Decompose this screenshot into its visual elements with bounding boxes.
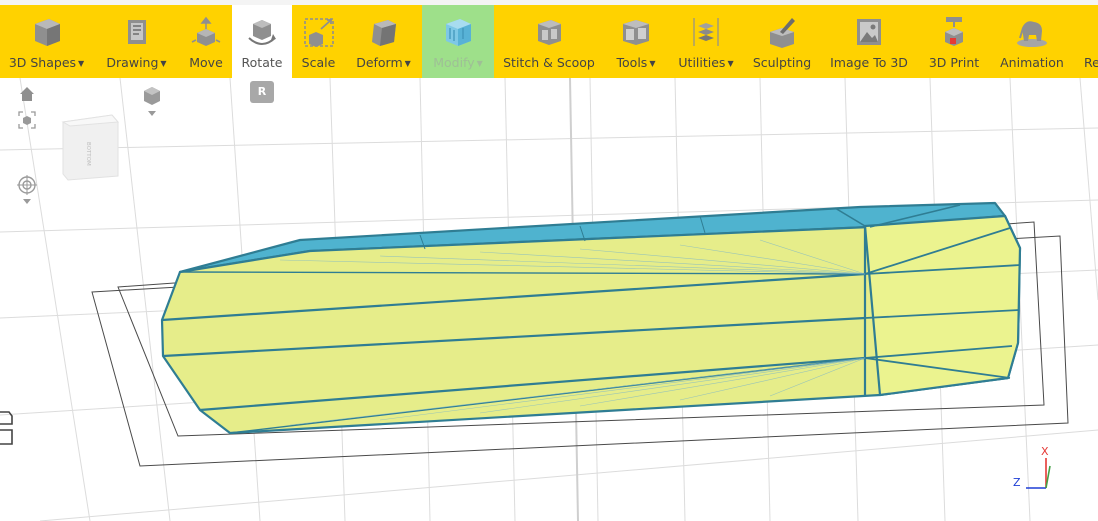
edge-panel-fragment [0, 408, 14, 454]
tool-label: Utilities ▼ [678, 55, 734, 70]
3d-print-icon [945, 17, 963, 46]
tool-label: Scale [301, 55, 336, 70]
tool-overflow[interactable]: Re [1074, 5, 1098, 78]
orbit-dropdown[interactable] [17, 175, 37, 211]
animation-icon [1017, 21, 1047, 47]
tool-image-to-3d[interactable]: Image To 3D [820, 5, 918, 78]
tool-label: Move [189, 55, 223, 70]
sculpting-icon [770, 18, 795, 48]
scene-canvas: X Z [0, 78, 1098, 521]
tool-modify[interactable]: Modify ▼ [422, 5, 494, 78]
view-cube[interactable]: BOTTOM [60, 112, 122, 186]
tool-animation[interactable]: Animation [990, 5, 1074, 78]
orbit-icon [17, 175, 37, 204]
home-view-button[interactable] [18, 85, 36, 107]
fit-view-icon [18, 111, 36, 129]
mesh-object[interactable] [160, 201, 1022, 435]
main-toolbar: 3D Shapes ▼ Drawing ▼ Move Rotate Scale De… [0, 5, 1098, 78]
tool-3d-shapes[interactable]: 3D Shapes ▼ [0, 5, 93, 78]
tool-label: Drawing ▼ [106, 55, 167, 70]
tool-label: Sculpting [752, 55, 812, 70]
tool-label: 3D Print [928, 55, 980, 70]
axis-gizmo: X Z [1013, 445, 1051, 489]
home-icon [20, 87, 34, 101]
modify-icon [446, 19, 471, 46]
3d-viewport[interactable]: X Z BOTTOM [0, 78, 1098, 521]
cube-icon [34, 19, 60, 46]
tool-deform[interactable]: Deform ▼ [345, 5, 422, 78]
perspective-cube-icon [144, 87, 160, 116]
tool-scale[interactable]: Scale [292, 5, 345, 78]
axis-z-label: Z [1013, 476, 1021, 489]
tool-label: Re [1084, 55, 1098, 70]
view-cube-face-label: BOTTOM [85, 142, 91, 166]
tool-label: Modify ▼ [433, 55, 483, 70]
image-to-3d-icon [857, 19, 881, 45]
tool-drawing[interactable]: Drawing ▼ [93, 5, 180, 78]
deform-icon [371, 20, 396, 46]
tool-3d-print[interactable]: 3D Print [918, 5, 990, 78]
tool-sculpting[interactable]: Sculpting [744, 5, 820, 78]
drawing-icon [127, 20, 146, 44]
tool-label: Animation [1000, 55, 1064, 70]
partial-tool-icon [0, 411, 13, 445]
scale-icon [303, 18, 334, 47]
tool-label: Deform ▼ [356, 55, 411, 70]
tool-rotate[interactable]: Rotate [232, 5, 292, 78]
rotate-icon [248, 20, 276, 45]
tool-label: Rotate [241, 55, 283, 70]
tools-icon [623, 20, 649, 45]
tool-label: Stitch & Scoop [503, 55, 595, 70]
fit-view-button[interactable] [18, 111, 36, 133]
view-mode-dropdown[interactable] [140, 83, 164, 121]
move-icon [191, 16, 221, 46]
axis-x-label: X [1041, 445, 1049, 458]
tool-label: Tools ▼ [616, 55, 656, 70]
stitch-scoop-icon [538, 20, 561, 45]
tool-stitch-scoop[interactable]: Stitch & Scoop [494, 5, 604, 78]
tool-label: 3D Shapes ▼ [8, 55, 85, 70]
tool-move[interactable]: Move [180, 5, 232, 78]
utilities-icon [693, 18, 719, 46]
tool-label: Image To 3D [830, 55, 908, 70]
tool-utilities[interactable]: Utilities ▼ [668, 5, 744, 78]
tool-tools[interactable]: Tools ▼ [604, 5, 668, 78]
view-cube-icon: BOTTOM [61, 114, 120, 181]
